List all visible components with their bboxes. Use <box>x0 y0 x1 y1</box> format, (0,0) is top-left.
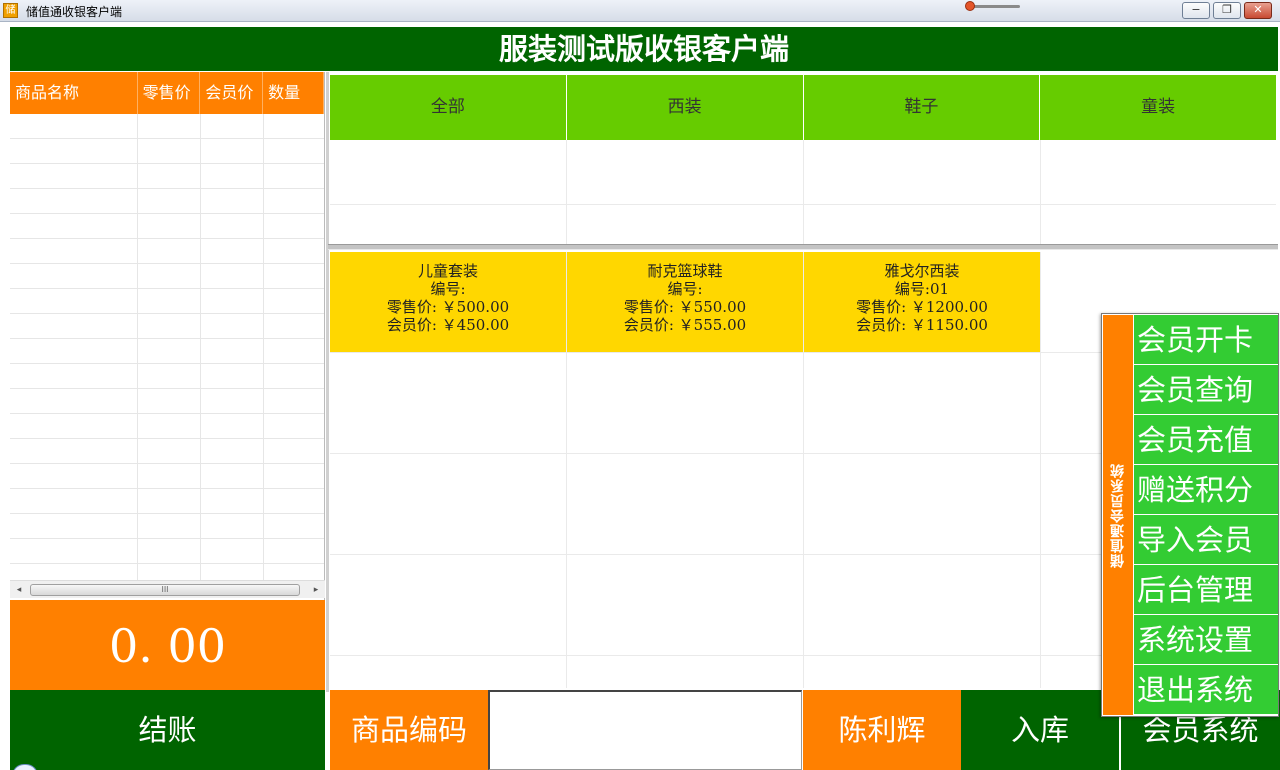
import-members-button[interactable]: 导入会员 <box>1134 515 1278 565</box>
product-name: 耐克篮球鞋 <box>647 262 723 280</box>
product-card[interactable]: 儿童套装 编号: 零售价: ￥500.00 会员价: ￥450.00 <box>330 252 566 352</box>
order-grid[interactable]: 商品名称 零售价 会员价 数量 <box>10 72 325 600</box>
product-retail-price: 零售价: ￥1200.00 <box>856 298 988 316</box>
member-recharge-button[interactable]: 会员充值 <box>1134 415 1278 465</box>
member-menu: 储值通会员系统 会员开卡 会员查询 会员充值 赠送积分 导入会员 后台管理 系统… <box>1101 313 1279 717</box>
member-menu-title: 储值通会员系统 <box>1103 315 1133 715</box>
member-menu-list: 会员开卡 会员查询 会员充值 赠送积分 导入会员 后台管理 系统设置 退出系统 <box>1134 315 1278 715</box>
gift-points-button[interactable]: 赠送积分 <box>1134 465 1278 515</box>
product-code: 编号: <box>667 280 703 298</box>
member-open-card-button[interactable]: 会员开卡 <box>1134 315 1278 365</box>
window-title: 储值通收银客户端 <box>26 5 123 19</box>
product-code: 编号: <box>430 280 466 298</box>
order-grid-body[interactable] <box>10 114 324 584</box>
splitter[interactable] <box>328 244 1278 250</box>
exit-system-button[interactable]: 退出系统 <box>1134 665 1278 715</box>
total-amount: 0. 00 <box>10 600 325 690</box>
tab-shoes[interactable]: 鞋子 <box>804 75 1041 140</box>
column-header-qty[interactable]: 数量 <box>263 72 324 114</box>
window-titlebar: 储 储值通收银客户端 − ❐ ✕ <box>0 0 1280 22</box>
order-grid-header: 商品名称 零售价 会员价 数量 <box>10 72 324 114</box>
product-code-input[interactable] <box>488 690 802 770</box>
product-member-price: 会员价: ￥555.00 <box>623 316 747 334</box>
column-header-member[interactable]: 会员价 <box>200 72 264 114</box>
order-grid-scrollbar[interactable]: ◂ III ▸ <box>10 580 325 598</box>
minimize-button[interactable]: − <box>1182 2 1210 19</box>
product-name: 儿童套装 <box>417 262 478 280</box>
titlebar-slider-track[interactable] <box>968 5 1020 8</box>
product-name: 雅戈尔西装 <box>884 262 960 280</box>
product-code: 编号:01 <box>894 280 950 298</box>
cashier-window: 储 储值通收银客户端 − ❐ ✕ 服装测试版收银客户端 商品名称 零售价 会员价… <box>0 0 1280 770</box>
product-code-label: 商品编码 <box>330 690 488 770</box>
titlebar-slider-thumb[interactable] <box>965 1 975 11</box>
scroll-thumb[interactable]: III <box>30 584 300 596</box>
category-tabs: 全部 西装 鞋子 童装 <box>330 75 1276 140</box>
tab-all[interactable]: 全部 <box>330 75 567 140</box>
column-header-name[interactable]: 商品名称 <box>10 72 138 114</box>
product-card[interactable]: 耐克篮球鞋 编号: 零售价: ￥550.00 会员价: ￥555.00 <box>567 252 803 352</box>
page-title: 服装测试版收银客户端 <box>10 27 1278 71</box>
stock-in-button[interactable]: 入库 <box>961 690 1119 770</box>
scroll-left-icon[interactable]: ◂ <box>11 582 27 598</box>
tab-suits[interactable]: 西装 <box>567 75 804 140</box>
checkout-button[interactable]: 结账 <box>10 690 325 770</box>
panel-divider <box>326 72 329 692</box>
product-member-price: 会员价: ￥1150.00 <box>856 316 988 334</box>
product-member-price: 会员价: ￥450.00 <box>386 316 510 334</box>
product-retail-price: 零售价: ￥500.00 <box>386 298 510 316</box>
column-header-retail[interactable]: 零售价 <box>138 72 201 114</box>
category-area <box>330 140 1276 244</box>
restore-button[interactable]: ❐ <box>1213 2 1241 19</box>
tab-kids[interactable]: 童装 <box>1040 75 1276 140</box>
close-button[interactable]: ✕ <box>1244 2 1272 19</box>
product-retail-price: 零售价: ￥550.00 <box>623 298 747 316</box>
system-settings-button[interactable]: 系统设置 <box>1134 615 1278 665</box>
product-card[interactable]: 雅戈尔西装 编号:01 零售价: ￥1200.00 会员价: ￥1150.00 <box>804 252 1040 352</box>
app-icon: 储 <box>3 3 18 18</box>
member-query-button[interactable]: 会员查询 <box>1134 365 1278 415</box>
scroll-right-icon[interactable]: ▸ <box>308 582 324 598</box>
cashier-name: 陈利辉 <box>803 690 961 770</box>
admin-button[interactable]: 后台管理 <box>1134 565 1278 615</box>
